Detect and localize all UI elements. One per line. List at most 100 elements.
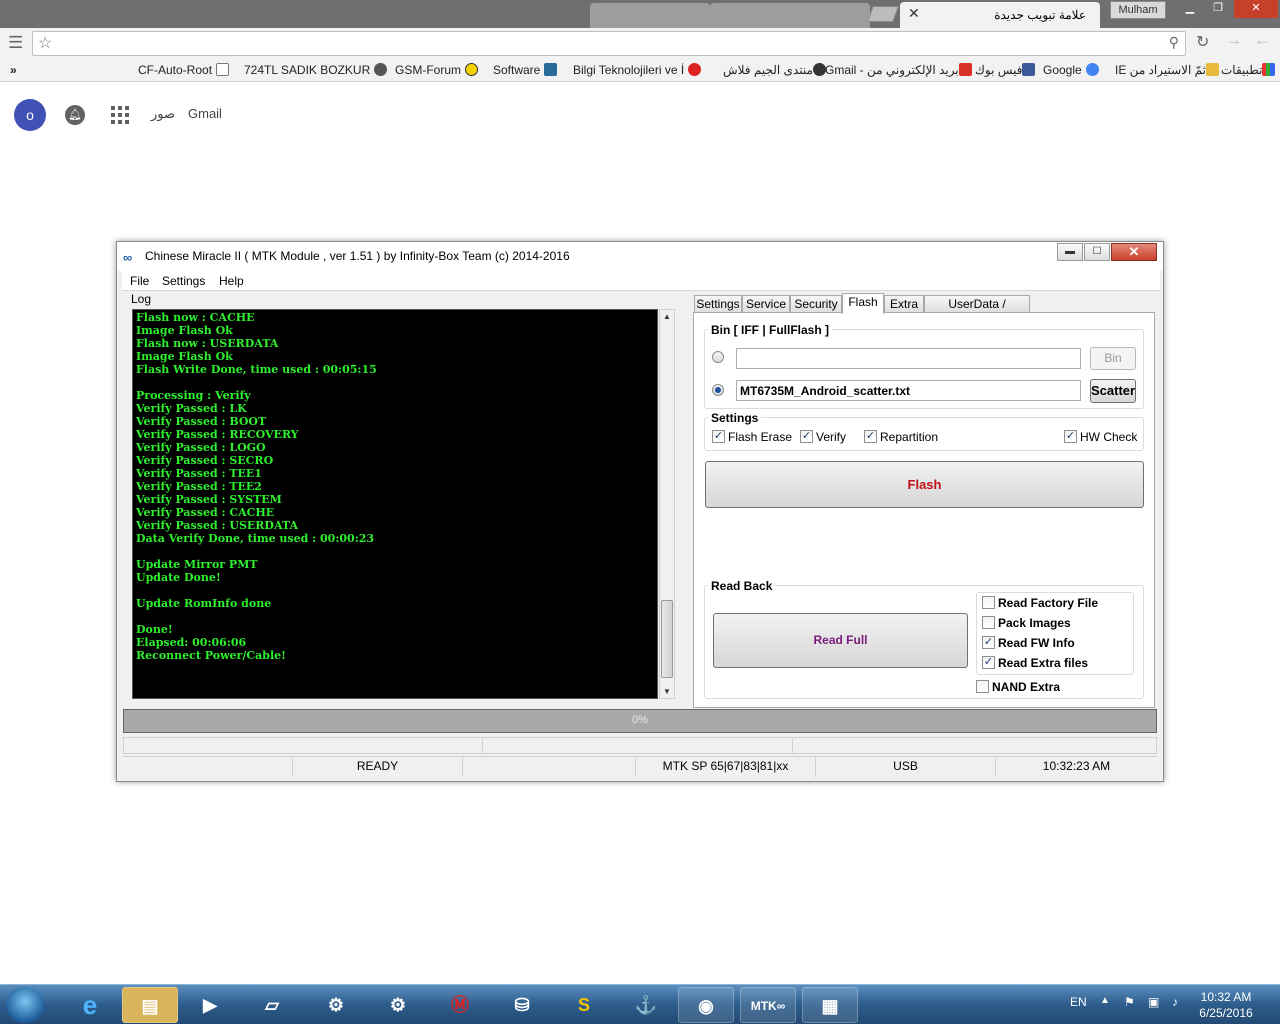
- pack-images-label: Pack Images: [998, 616, 1071, 630]
- browser-tab-blurred[interactable]: [710, 3, 870, 28]
- bookmark-724tl[interactable]: 724TL SADIK BOZKUR: [244, 63, 388, 77]
- app-menubar: File Settings Help: [122, 271, 1160, 291]
- infinity-mtk-icon[interactable]: MTK∞: [740, 987, 796, 1023]
- menu-icon[interactable]: ☰: [8, 33, 23, 53]
- app-close-icon[interactable]: ✕: [1111, 243, 1157, 261]
- scatter-radio[interactable]: [712, 384, 724, 396]
- flag-icon[interactable]: ⚑: [1124, 995, 1135, 1009]
- tray-expand-icon[interactable]: ▲: [1100, 995, 1110, 1006]
- browser-tab-blurred[interactable]: [590, 3, 710, 28]
- notifications-icon[interactable]: 🔔︎: [65, 105, 85, 125]
- images-link[interactable]: صور: [151, 106, 175, 122]
- tab-userdata-forensic[interactable]: UserData / Forensic: [924, 295, 1030, 327]
- menu-help[interactable]: Help: [219, 274, 244, 288]
- page-icon: [216, 63, 230, 76]
- bookmark-gsm-flash-forum[interactable]: منتدى الجيم فلاش: [723, 63, 830, 77]
- settings-gears-icon[interactable]: ⚙: [308, 987, 364, 1023]
- nand-extra-label: NAND Extra: [992, 680, 1061, 694]
- gmail-link[interactable]: Gmail: [188, 106, 222, 121]
- app-m-icon[interactable]: Ⓜ: [432, 987, 488, 1023]
- new-tab-button[interactable]: [867, 6, 899, 22]
- verify-checkbox[interactable]: ✓: [800, 430, 813, 443]
- network-icon[interactable]: ▣: [1148, 995, 1159, 1009]
- browser-tab-active[interactable]: ✕ علامة تبويب جديدة: [900, 2, 1100, 28]
- bin-button[interactable]: Bin: [1090, 347, 1136, 370]
- bookmark-ie-import[interactable]: ثمّ الاستيراد من IE: [1115, 63, 1223, 77]
- menu-file[interactable]: File: [130, 274, 149, 288]
- bookmark-gsm-forum[interactable]: GSM-Forum: [395, 63, 478, 77]
- bookmark-star-icon[interactable]: ☆: [38, 33, 52, 53]
- file-explorer-icon[interactable]: ▤: [122, 987, 178, 1023]
- log-line: Verify Passed : BOOT: [136, 415, 267, 428]
- facebook-icon: [1022, 63, 1036, 76]
- scroll-up-icon[interactable]: ▲: [663, 312, 671, 321]
- flash-erase-checkbox[interactable]: ✓: [712, 430, 725, 443]
- spt-box-icon[interactable]: S: [556, 987, 612, 1023]
- address-bar[interactable]: ☆ ⚲: [32, 31, 1186, 56]
- reload-icon[interactable]: ↻: [1196, 32, 1209, 52]
- scroll-thumb[interactable]: [661, 600, 673, 678]
- tab-flash[interactable]: Flash: [842, 293, 884, 314]
- bookmarks-overflow[interactable]: »: [10, 63, 17, 77]
- internet-explorer-icon[interactable]: e: [62, 987, 118, 1023]
- profile-button[interactable]: Mulham: [1110, 1, 1166, 19]
- log-line: Image Flash Ok: [136, 350, 233, 363]
- close-window-icon[interactable]: ✕: [1234, 0, 1278, 18]
- bookmark-google[interactable]: Google: [1043, 63, 1099, 77]
- log-scrollbar[interactable]: ▲ ▼: [659, 309, 675, 699]
- grid-app-icon[interactable]: ▦: [802, 987, 858, 1023]
- app-titlebar[interactable]: ∞ Chinese Miracle II ( MTK Module , ver …: [117, 242, 1163, 271]
- log-console[interactable]: Flash now : CACHE Image Flash Ok Flash now…: [132, 309, 658, 699]
- minimize-icon[interactable]: ▁: [1176, 0, 1204, 18]
- bin-radio[interactable]: [712, 351, 724, 363]
- repartition-checkbox[interactable]: ✓: [864, 430, 877, 443]
- bookmark-gmail[interactable]: بريد الإلكتروني من - Gmail: [825, 63, 976, 77]
- bin-path-input[interactable]: [736, 348, 1081, 369]
- read-extra-files-checkbox[interactable]: ✓: [982, 656, 995, 669]
- hw-check-checkbox[interactable]: ✓: [1064, 430, 1077, 443]
- start-button[interactable]: [6, 987, 44, 1023]
- google-apps-icon[interactable]: [111, 106, 129, 124]
- anchor-icon[interactable]: ⚓: [618, 987, 674, 1023]
- tools-icon[interactable]: ⚙: [370, 987, 426, 1023]
- read-full-button[interactable]: Read Full: [713, 613, 968, 668]
- scatter-path-input[interactable]: MT6735M_Android_scatter.txt: [736, 380, 1081, 401]
- back-icon[interactable]: ←: [1254, 32, 1270, 50]
- media-player-icon[interactable]: ▶: [182, 987, 238, 1023]
- app-minimize-icon[interactable]: ▬: [1057, 243, 1083, 261]
- menu-settings[interactable]: Settings: [162, 274, 205, 288]
- read-factory-file-checkbox[interactable]: [982, 596, 995, 609]
- settings-group-title: Settings: [708, 411, 762, 425]
- notes-icon[interactable]: ▱: [244, 987, 300, 1023]
- bookmark-cf-auto-root[interactable]: CF-Auto-Root: [138, 63, 230, 77]
- tab-settings[interactable]: Settings: [694, 295, 742, 313]
- pack-images-checkbox[interactable]: [982, 616, 995, 629]
- tab-security[interactable]: Security: [790, 295, 842, 313]
- scatter-button[interactable]: Scatter: [1090, 379, 1136, 403]
- avatar[interactable]: o: [14, 99, 46, 131]
- bookmark-software[interactable]: Software: [493, 63, 558, 77]
- language-indicator[interactable]: EN: [1070, 995, 1087, 1009]
- forward-icon[interactable]: →: [1226, 32, 1242, 50]
- read-fw-info-checkbox[interactable]: ✓: [982, 636, 995, 649]
- status-platform: MTK SP 65|67|83|81|xx: [636, 757, 816, 777]
- scroll-down-icon[interactable]: ▼: [663, 687, 671, 696]
- network-app-icon[interactable]: ⛁: [494, 987, 550, 1023]
- tab-extra[interactable]: Extra: [884, 295, 924, 313]
- taskbar-clock[interactable]: 10:32 AM 6/25/2016: [1194, 989, 1258, 1021]
- nand-extra-checkbox[interactable]: [976, 680, 989, 693]
- bookmark-bilgi[interactable]: Bilgi Teknolojileri ve İ: [573, 63, 702, 77]
- bookmark-apps[interactable]: تطبيقات: [1221, 63, 1279, 77]
- tab-service[interactable]: Service: [742, 295, 790, 313]
- chrome-icon[interactable]: ◉: [678, 987, 734, 1023]
- tab-close-icon[interactable]: ✕: [908, 5, 920, 22]
- repartition-label: Repartition: [880, 430, 939, 444]
- log-line: Flash now : CACHE: [136, 311, 255, 324]
- app-maximize-icon[interactable]: ☐: [1084, 243, 1110, 261]
- bookmark-facebook[interactable]: فيس بوك: [975, 63, 1039, 77]
- flash-button[interactable]: Flash: [705, 461, 1144, 508]
- restore-icon[interactable]: ❐: [1204, 0, 1232, 18]
- volume-icon[interactable]: ♪: [1172, 995, 1178, 1009]
